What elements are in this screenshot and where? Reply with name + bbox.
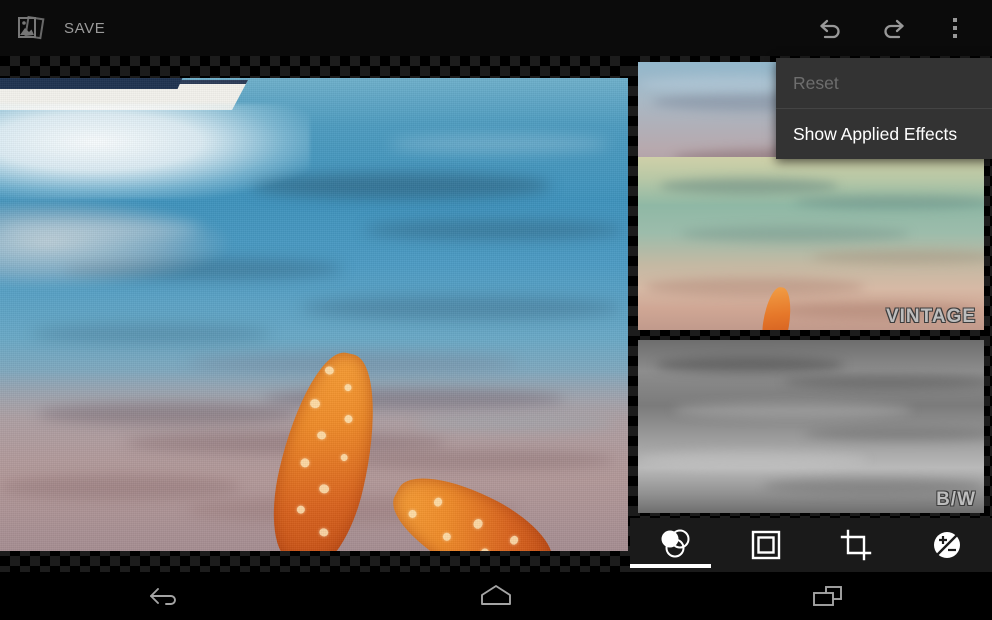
redo-arrow-icon [878,13,908,43]
menu-item-show-applied-effects-label: Show Applied Effects [793,123,958,144]
nav-back-button[interactable] [0,572,331,620]
save-label: SAVE [64,19,106,37]
nav-home-button[interactable] [331,572,662,620]
overflow-menu-dots-icon [953,18,957,38]
menu-item-reset-label: Reset [793,72,839,93]
menu-item-show-applied-effects[interactable]: Show Applied Effects [776,109,992,159]
crop-icon [840,529,872,561]
action-bar-right-group [800,0,992,56]
photo-editor-screen: VINTAGE B/W SAVE Reset Show Applied Effe… [0,0,992,620]
filter-label-vintage: VINTAGE [885,306,976,327]
filter-label-bw: B/W [936,489,976,510]
filter-thumbnail-bw[interactable]: B/W [638,340,984,513]
undo-arrow-icon [816,13,846,43]
undo-button[interactable] [800,0,862,56]
gallery-photo-icon [14,11,48,45]
action-bar: SAVE [0,0,992,56]
overflow-menu: Reset Show Applied Effects [776,58,992,159]
exposure-plus-minus-icon [931,529,963,561]
overflow-menu-button[interactable] [924,0,986,56]
preview-pane [0,56,630,572]
android-navigation-bar [0,572,992,620]
venn-circles-icon [657,528,693,562]
tab-borders[interactable] [721,518,812,572]
nav-recents-button[interactable] [661,572,992,620]
redo-button[interactable] [862,0,924,56]
preview-photo[interactable] [0,78,628,551]
edit-toolbar [630,518,992,572]
active-tab-underline [630,564,711,568]
recent-apps-icon [807,581,847,611]
frame-square-icon [750,529,782,561]
photo-grain-overlay [0,78,628,551]
back-arrow-icon [145,581,185,611]
save-button[interactable]: SAVE [0,0,105,56]
filter-thumbnail-vintage[interactable]: VINTAGE [638,157,984,330]
menu-item-reset[interactable]: Reset [776,58,992,108]
tab-effects[interactable] [630,518,721,572]
tab-crop[interactable] [811,518,902,572]
tab-exposure[interactable] [902,518,992,572]
home-pentagon-icon [474,581,518,611]
